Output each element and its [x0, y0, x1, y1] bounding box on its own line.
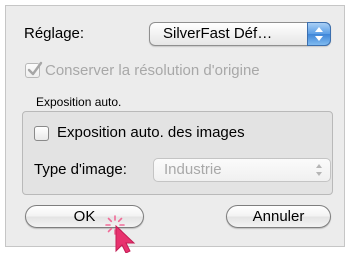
mouse-cursor-icon — [115, 225, 136, 253]
reglage-label: Réglage: — [24, 25, 85, 42]
conserver-label: Conserver la résolution d'origine — [45, 62, 260, 79]
type-image-value: Industrie — [164, 161, 222, 178]
conserver-checkbox[interactable] — [25, 61, 43, 78]
exposition-label: Exposition auto. des images — [57, 124, 245, 141]
checkmark-icon — [27, 61, 43, 76]
type-image-popup[interactable]: Industrie — [153, 158, 331, 182]
reglage-popup-value: SilverFast Déf… — [163, 25, 273, 42]
cancel-button[interactable]: Annuler — [226, 205, 331, 228]
exposition-checkbox[interactable] — [34, 126, 49, 141]
popup-arrows-icon — [314, 162, 324, 178]
type-image-label: Type d'image: — [34, 161, 127, 178]
reglage-popup[interactable]: SilverFast Déf… — [149, 22, 331, 46]
popup-arrows-icon — [307, 22, 331, 46]
group-title: Exposition auto. — [36, 95, 122, 109]
